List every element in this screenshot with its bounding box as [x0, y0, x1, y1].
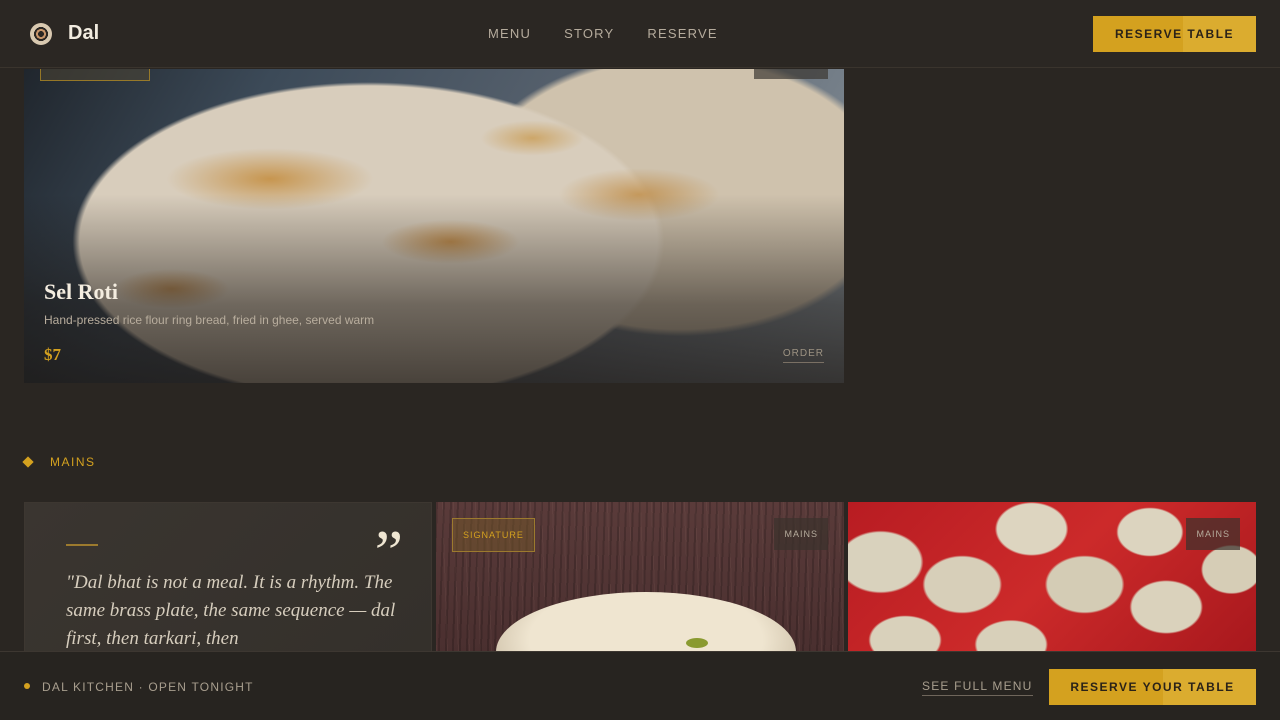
site-header: Dal MENU STORY RESERVE RESERVE TABLE [0, 0, 1280, 68]
signature-badge: SIGNATURE [452, 518, 535, 552]
quote-rule [66, 544, 98, 546]
nav-reserve[interactable]: RESERVE [647, 26, 717, 41]
status-text: DAL KITCHEN · OPEN TONIGHT [42, 680, 254, 694]
see-full-menu-link[interactable]: SEE FULL MENU [922, 679, 1033, 696]
sticky-reserve-bar: DAL KITCHEN · OPEN TONIGHT SEE FULL MENU… [0, 651, 1280, 720]
category-badge: MAINS [1186, 518, 1240, 550]
reserve-table-button[interactable]: RESERVE TABLE [1093, 16, 1256, 52]
dish-badge [40, 69, 150, 81]
order-link[interactable]: ORDER [782, 348, 824, 363]
section-label: MAINS [50, 455, 96, 469]
brand[interactable]: Dal [30, 22, 99, 45]
garnish-image [686, 638, 708, 648]
brand-name: Dal [68, 22, 100, 44]
logo-icon [30, 22, 52, 45]
quote-text: "Dal bhat is not a meal. It is a rhythm.… [66, 572, 396, 649]
dish-card[interactable]: MAINS [848, 502, 1256, 652]
featured-dish-card[interactable]: Sel Roti Hand-pressed rice flour ring br… [24, 69, 844, 383]
dish-category-badge [754, 69, 828, 79]
reserve-your-table-label: RESERVE YOUR TABLE [1070, 680, 1235, 694]
dish-price: $7 [44, 345, 61, 364]
plate-image [496, 592, 796, 652]
photo-gradient [24, 69, 844, 383]
dish-title: Sel Roti [44, 279, 118, 304]
nav-menu[interactable]: MENU [488, 26, 531, 41]
diamond-icon [22, 456, 34, 468]
section-heading: MAINS [22, 455, 96, 469]
dish-card[interactable]: SIGNATURE MAINS [436, 502, 844, 652]
reserve-table-label: RESERVE TABLE [1114, 27, 1235, 41]
nav-story[interactable]: STORY [564, 26, 614, 41]
status-dot-icon [24, 683, 30, 689]
dish-description: Hand-pressed rice flour ring bread, frie… [44, 313, 375, 327]
quote-card: ” "Dal bhat is not a meal. It is a rhyth… [24, 502, 432, 652]
reserve-your-table-button[interactable]: RESERVE YOUR TABLE [1049, 669, 1256, 705]
main-nav: MENU STORY RESERVE [488, 26, 751, 41]
category-badge: MAINS [774, 518, 828, 550]
